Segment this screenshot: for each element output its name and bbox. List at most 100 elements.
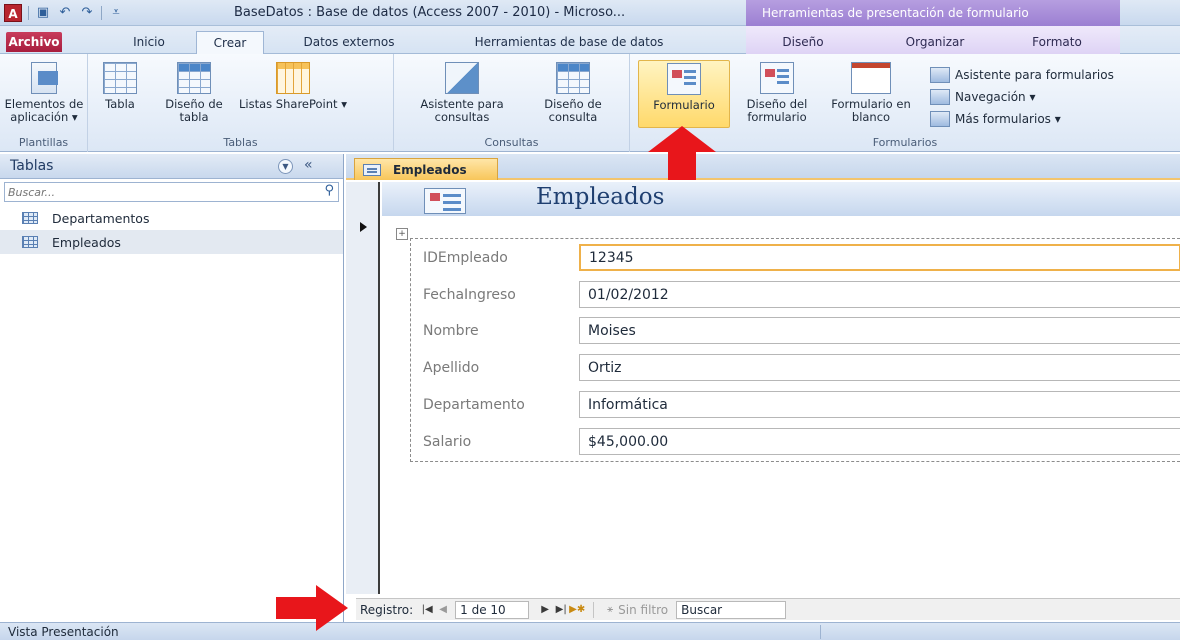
- tab-crear[interactable]: Crear: [196, 31, 264, 55]
- status-text: Vista Presentación: [8, 625, 119, 639]
- nav-title[interactable]: Tablas: [10, 158, 53, 174]
- annotation-arrow-up-icon: [648, 126, 716, 180]
- new-record-icon[interactable]: ▶✱: [569, 602, 585, 618]
- query-design-icon: [556, 62, 590, 94]
- group-label-plantillas: Plantillas: [18, 136, 69, 149]
- record-selector[interactable]: [346, 182, 380, 594]
- doc-tab-label: Empleados: [393, 162, 467, 177]
- tab-organizar[interactable]: Organizar: [880, 31, 990, 54]
- table-icon: [103, 62, 137, 94]
- salario-field[interactable]: [579, 428, 1180, 455]
- field-row-apellido: Apellido: [411, 354, 1180, 382]
- undo-icon[interactable]: ↶: [57, 5, 73, 21]
- filter-icon: ⚹: [607, 603, 614, 615]
- apellido-field[interactable]: [579, 354, 1180, 381]
- app-parts-icon: [31, 62, 58, 94]
- nav-header: Tablas ▼ «: [0, 154, 343, 179]
- first-record-icon[interactable]: |◀: [419, 602, 435, 618]
- diseno-tabla-button[interactable]: Diseño de tabla: [150, 62, 238, 124]
- save-icon[interactable]: ▣: [35, 5, 51, 21]
- group-label-tablas: Tablas: [223, 136, 258, 149]
- query-wizard-icon: [445, 62, 479, 94]
- listas-sharepoint-button[interactable]: Listas SharePoint ▾: [238, 62, 348, 111]
- ribbon: Elementos de aplicación ▾ Plantillas Tab…: [0, 54, 1180, 152]
- doc-tab-empleados[interactable]: Empleados: [354, 158, 498, 180]
- mas-formularios-button[interactable]: Más formularios ▾: [930, 108, 1114, 130]
- navegacion-label: Navegación ▾: [955, 90, 1036, 104]
- filter-status[interactable]: Sin filtro: [618, 603, 668, 617]
- recnav-separator: [593, 601, 595, 618]
- last-record-icon[interactable]: ▶|: [553, 602, 569, 618]
- group-tablas: Tabla Diseño de tabla Listas SharePoint …: [88, 54, 394, 152]
- access-logo-icon[interactable]: A: [4, 4, 22, 22]
- field-row-idempleado: IDEmpleado: [411, 244, 1180, 272]
- form-header-icon: [424, 188, 466, 214]
- asistente-formularios-label: Asistente para formularios: [955, 68, 1114, 82]
- field-label: Apellido: [423, 360, 480, 376]
- tabla-label: Tabla: [105, 97, 135, 111]
- form-header: Empleados: [382, 182, 1180, 216]
- blank-form-icon: [851, 62, 891, 94]
- elementos-aplicacion-button[interactable]: Elementos de aplicación ▾: [2, 62, 86, 124]
- diseno-formulario-button[interactable]: Diseño del formulario: [734, 62, 820, 124]
- window-title: BaseDatos : Base de datos (Access 2007 -…: [234, 5, 626, 20]
- navegacion-button[interactable]: Navegación ▾: [930, 86, 1114, 108]
- field-label: Salario: [423, 434, 472, 450]
- search-icon[interactable]: ⚲: [324, 183, 334, 198]
- form-icon: [667, 63, 701, 95]
- diseno-tabla-label: Diseño de tabla: [165, 97, 223, 124]
- table-design-icon: [177, 62, 211, 94]
- listas-label: Listas SharePoint ▾: [239, 97, 347, 111]
- nav-collapse-icon[interactable]: «: [304, 157, 313, 173]
- asistente-formularios-button[interactable]: Asistente para formularios: [930, 64, 1114, 86]
- diseno-consulta-button[interactable]: Diseño de consulta: [526, 62, 620, 124]
- nombre-field[interactable]: [579, 317, 1180, 344]
- nav-item-label: Departamentos: [52, 210, 150, 226]
- redo-icon[interactable]: ↷: [79, 5, 95, 21]
- sharepoint-lists-icon: [276, 62, 310, 94]
- next-record-icon[interactable]: ▶: [537, 602, 553, 618]
- tab-formato[interactable]: Formato: [1020, 31, 1094, 54]
- form-title: Empleados: [536, 184, 665, 210]
- tab-diseno[interactable]: Diseño: [768, 31, 838, 54]
- record-navigation-bar: Registro: |◀ ◀ 1 de 10 ▶ ▶| ▶✱ ⚹ Sin fil…: [356, 598, 1180, 620]
- formulario-blanco-label: Formulario en blanco: [831, 97, 911, 124]
- departamento-field[interactable]: [579, 391, 1180, 418]
- tab-inicio[interactable]: Inicio: [120, 31, 178, 54]
- status-separator: [820, 625, 821, 639]
- current-record-box[interactable]: 1 de 10: [455, 600, 530, 619]
- status-bar: Vista Presentación: [0, 622, 1180, 640]
- record-search-input[interactable]: [676, 600, 787, 619]
- document-tabs: Empleados: [346, 154, 1180, 180]
- nav-item-departamentos[interactable]: Departamentos: [0, 206, 343, 230]
- group-consultas: Asistente para consultas Diseño de consu…: [394, 54, 630, 152]
- previous-record-icon[interactable]: ◀: [435, 602, 451, 618]
- nav-search-input[interactable]: [5, 183, 305, 201]
- tabla-button[interactable]: Tabla: [94, 62, 146, 111]
- field-row-nombre: Nombre: [411, 317, 1180, 345]
- nav-menu-dropdown-icon[interactable]: ▼: [278, 159, 293, 174]
- formulario-blanco-button[interactable]: Formulario en blanco: [824, 62, 918, 124]
- customize-qat-icon[interactable]: ⩡: [108, 5, 124, 21]
- more-forms-icon: [930, 111, 950, 127]
- field-label: IDEmpleado: [423, 250, 508, 266]
- formulario-button[interactable]: Formulario: [638, 60, 730, 128]
- fechaingreso-field[interactable]: [579, 281, 1180, 308]
- form-icon: [363, 163, 381, 176]
- qat-separator: [28, 6, 29, 20]
- layout-move-handle-icon[interactable]: +: [396, 228, 408, 240]
- table-icon: [22, 212, 38, 224]
- tab-archivo[interactable]: Archivo: [6, 32, 62, 52]
- form-small-buttons: Asistente para formularios Navegación ▾ …: [930, 64, 1114, 130]
- formulario-label: Formulario: [653, 98, 715, 112]
- title-bar: A ▣ ↶ ↷ ⩡ BaseDatos : Base de datos (Acc…: [0, 0, 1180, 26]
- nav-item-empleados[interactable]: Empleados: [0, 230, 343, 254]
- idempleado-field[interactable]: [579, 244, 1180, 271]
- group-label-consultas: Consultas: [484, 136, 539, 149]
- current-record-arrow-icon: [360, 222, 367, 232]
- qat-separator: [101, 6, 102, 20]
- tab-herramientas-bd[interactable]: Herramientas de base de datos: [442, 31, 696, 54]
- asistente-consultas-label: Asistente para consultas: [420, 97, 504, 124]
- tab-datos-externos[interactable]: Datos externos: [290, 31, 408, 54]
- asistente-consultas-button[interactable]: Asistente para consultas: [402, 62, 522, 124]
